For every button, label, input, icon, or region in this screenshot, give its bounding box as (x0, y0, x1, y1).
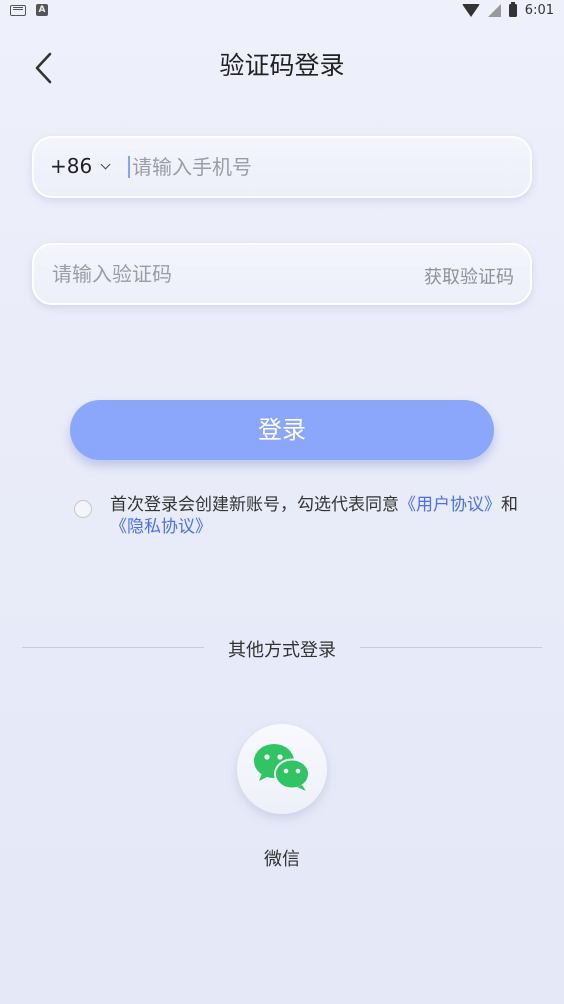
status-time: 6:01 (524, 3, 554, 18)
code-field: 获取验证码 (32, 243, 532, 305)
get-code-button[interactable]: 获取验证码 (424, 263, 514, 289)
signal-icon (487, 4, 501, 17)
agreement-checkbox[interactable] (74, 500, 92, 518)
chevron-down-icon (100, 159, 111, 169)
country-code-selector[interactable]: +86 (50, 154, 111, 178)
phone-field: +86 (32, 136, 532, 198)
divider-right (360, 647, 542, 648)
other-login-title: 其他方式登录 (228, 640, 336, 661)
code-input[interactable] (50, 255, 384, 293)
agreement-text: 首次登录会创建新账号，勾选代表同意《用户协议》和《隐私协议》 (110, 495, 518, 537)
page-title: 验证码登录 (219, 51, 345, 80)
status-bar: A 6:01 (0, 0, 564, 24)
country-code: +86 (50, 154, 93, 178)
keyboard-icon (10, 4, 26, 16)
battery-icon (508, 2, 517, 17)
login-button[interactable]: 登录 (70, 400, 494, 460)
a-icon: A (36, 4, 48, 16)
user-agreement-link[interactable]: 《用户协议》 (399, 495, 501, 515)
wechat-login-button[interactable] (237, 724, 327, 814)
wifi-icon (461, 4, 480, 17)
phone-input[interactable] (130, 148, 514, 186)
wechat-icon (254, 744, 310, 791)
privacy-policy-link[interactable]: 《隐私协议》 (110, 517, 212, 537)
wechat-label: 微信 (264, 849, 300, 870)
